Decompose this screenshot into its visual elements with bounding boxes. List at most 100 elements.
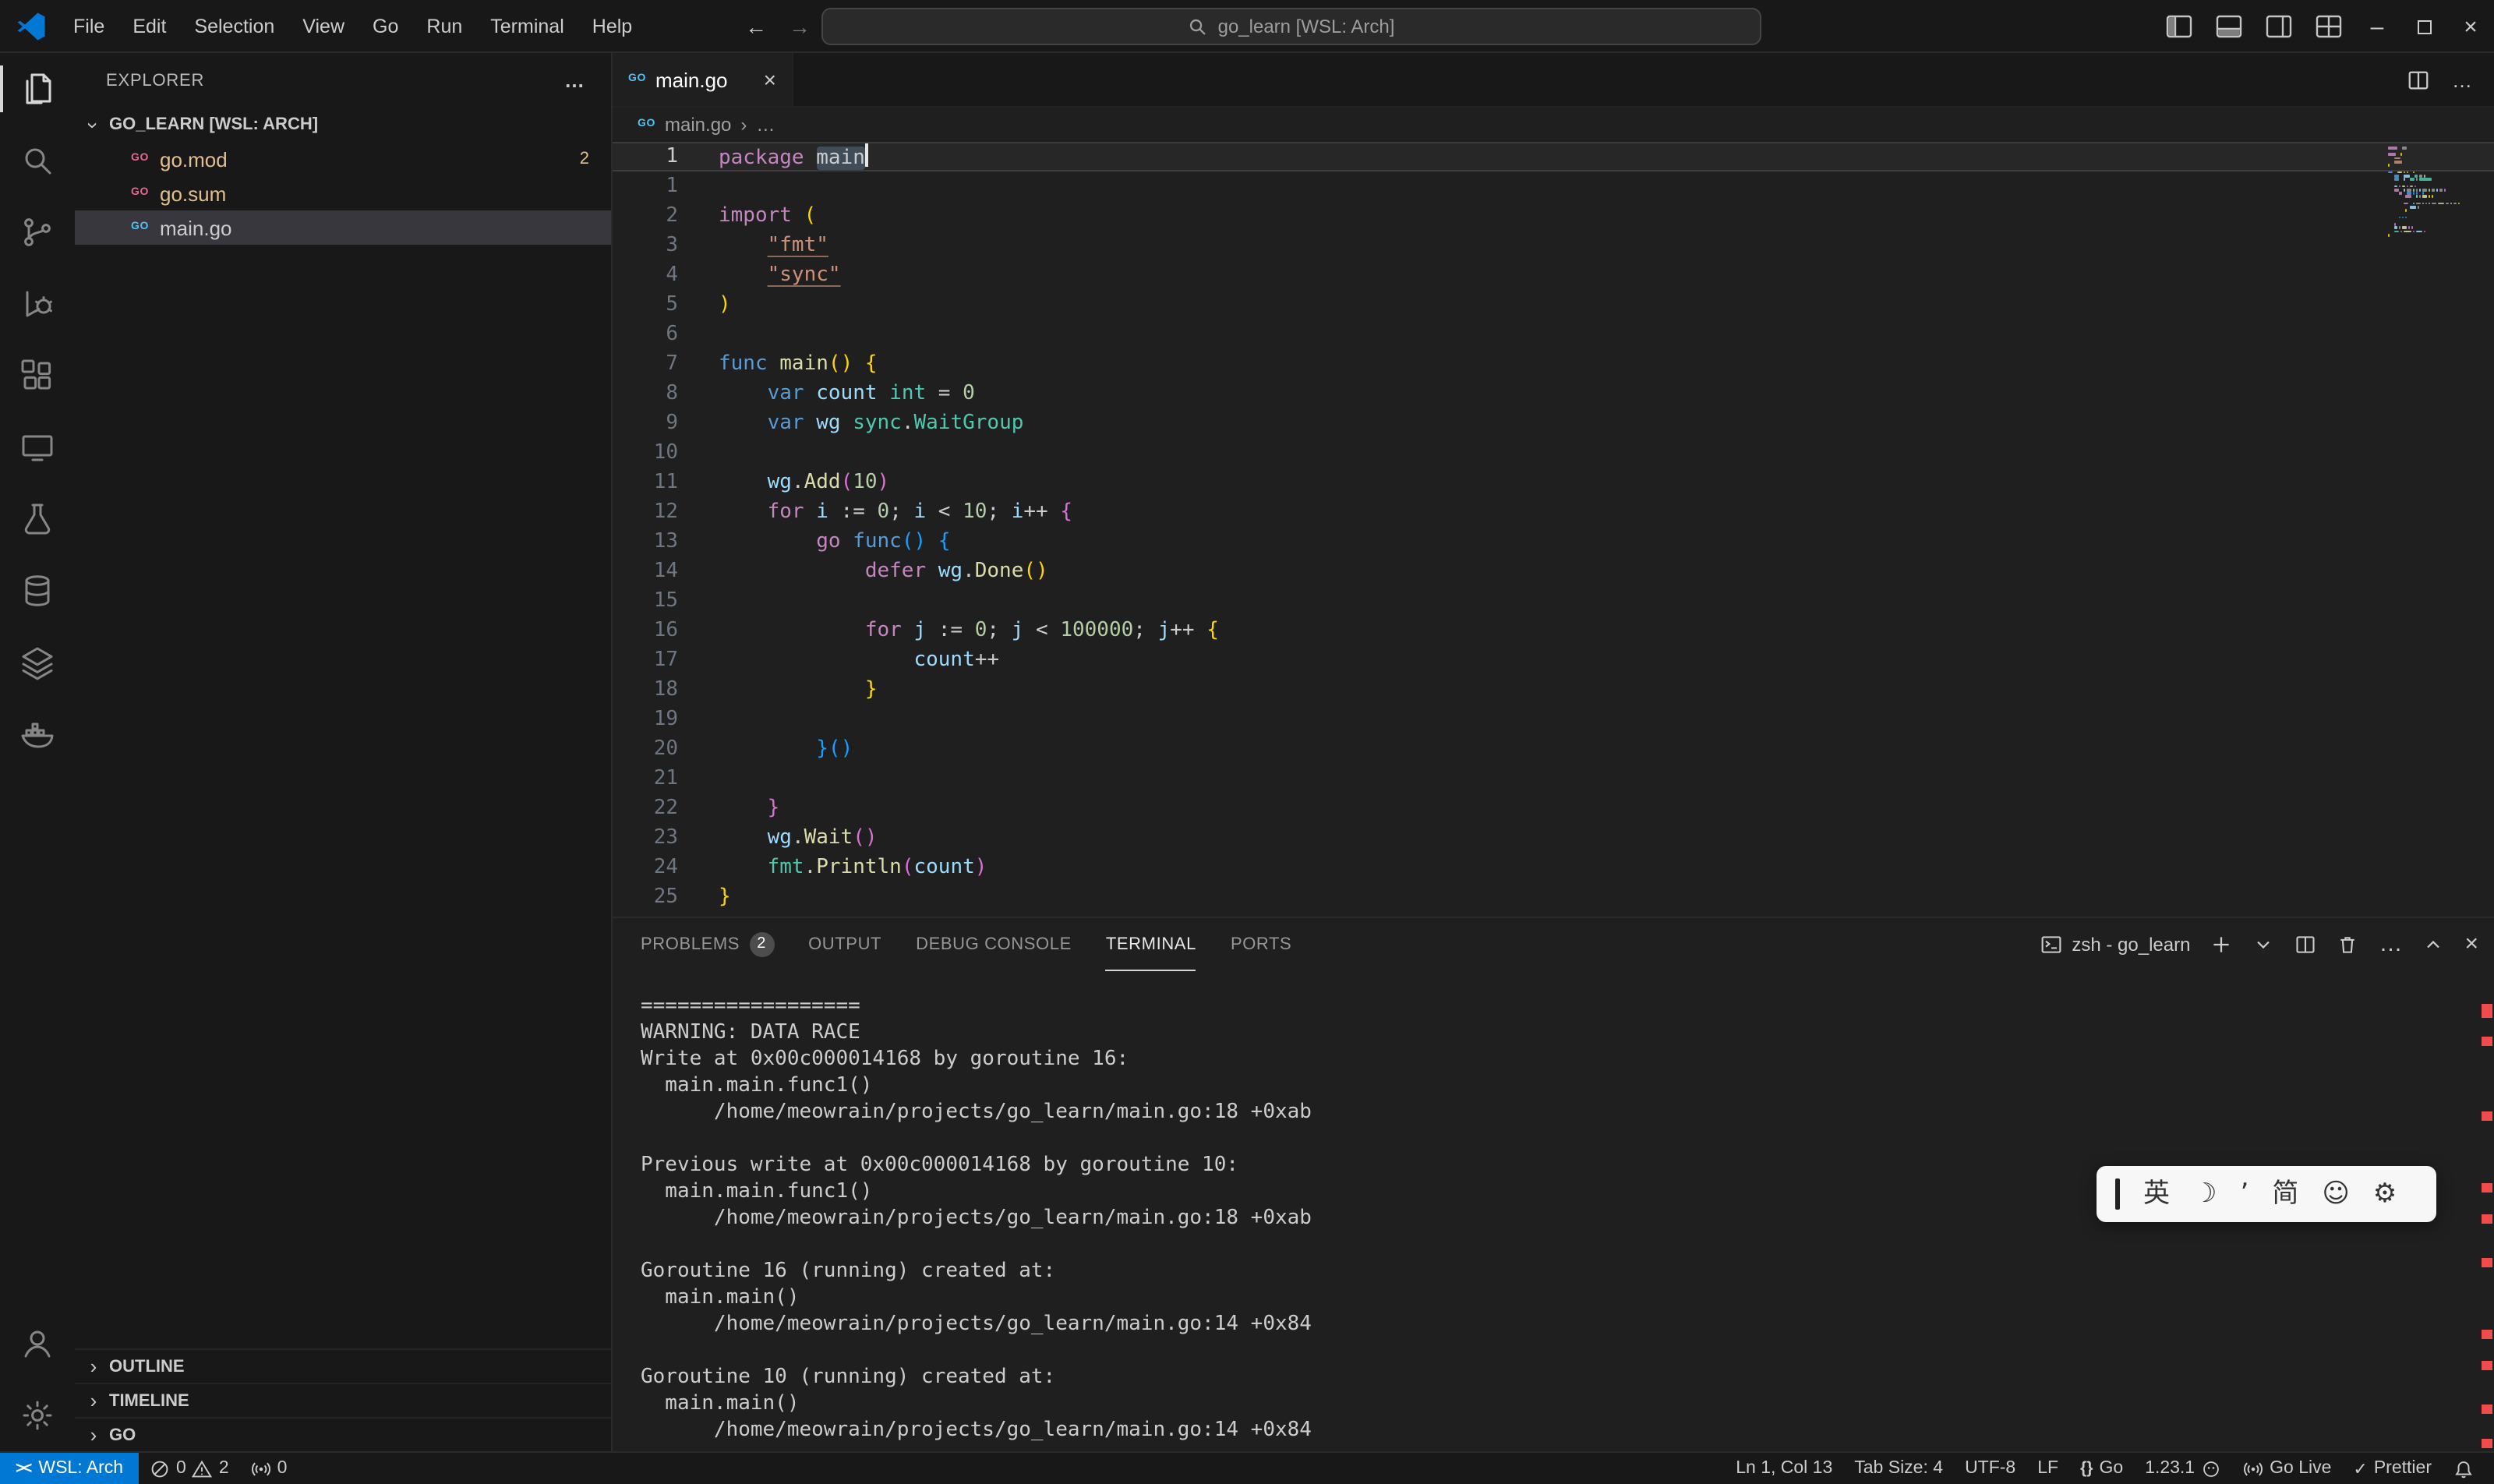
line-number[interactable]: 4 [613,260,719,290]
activity-remote-explorer[interactable] [0,412,75,483]
file-go.mod[interactable]: GO go.mod 2 [75,142,611,176]
toggle-secondary-sidebar-icon[interactable] [2265,12,2293,41]
line-number[interactable]: 1 [613,171,719,201]
activity-docker[interactable] [0,698,75,770]
line-number[interactable]: 14 [613,556,719,586]
breadcrumb[interactable]: GO main.go › … [613,108,2494,142]
code-line[interactable]: 10 [613,438,2494,468]
remote-indicator[interactable]: >< WSL: Arch [0,1453,139,1484]
code-line[interactable]: 6 [613,320,2494,349]
new-terminal-icon[interactable] [2210,934,2232,956]
breadcrumb-tail[interactable]: … [756,114,775,136]
tab-close-icon[interactable]: × [764,67,776,92]
line-number[interactable]: 10 [613,438,719,468]
code-line[interactable]: 21 [613,764,2494,793]
file-go.sum[interactable]: GO go.sum [75,176,611,210]
terminal-line[interactable]: main.main.func1() [641,1072,2494,1099]
terminal-line[interactable]: /home/meowrain/projects/go_learn/main.go… [641,1311,2494,1337]
menu-run[interactable]: Run [412,0,476,52]
status-utf-8[interactable]: UTF-8 [1954,1453,2026,1484]
command-center[interactable]: go_learn [WSL: Arch] [821,8,1761,45]
line-number[interactable]: 1 [613,143,719,170]
code-line[interactable]: 22 } [613,793,2494,823]
menu-help[interactable]: Help [578,0,646,52]
split-terminal-icon[interactable] [2294,934,2316,956]
line-number[interactable]: 13 [613,527,719,556]
terminal-line[interactable]: /home/meowrain/projects/go_learn/main.go… [641,1099,2494,1125]
panel-tab-debug-console[interactable]: DEBUG CONSOLE [916,918,1072,971]
terminal-line[interactable] [641,1125,2494,1152]
terminal-line[interactable]: /home/meowrain/projects/go_learn/main.go… [641,1417,2494,1443]
menu-go[interactable]: Go [359,0,412,52]
panel-tab-output[interactable]: OUTPUT [808,918,881,971]
line-number[interactable]: 12 [613,497,719,527]
panel-tab-ports[interactable]: PORTS [1231,918,1291,971]
terminal-dropdown-icon[interactable] [2252,934,2274,956]
code-line[interactable]: 14 defer wg.Done() [613,556,2494,586]
toggle-panel-icon[interactable] [2215,12,2243,41]
terminal-line[interactable]: ================== [641,993,2494,1019]
panel-more-icon[interactable]: … [2379,934,2402,956]
minimize-button[interactable]: – [2354,0,2400,53]
ime-item-3[interactable]: 简 [2272,1166,2298,1222]
code-line[interactable]: 13 go func() { [613,527,2494,556]
line-number[interactable]: 2 [613,201,719,231]
status-lf[interactable]: LF [2026,1453,2069,1484]
terminal-line[interactable] [641,1337,2494,1364]
status-go[interactable]: {}Go [2069,1453,2134,1484]
code-line[interactable]: 12 for i := 0; i < 10; i++ { [613,497,2494,527]
code-line[interactable]: 19 [613,705,2494,734]
panel-tab-terminal[interactable]: TERMINAL [1106,918,1196,971]
terminal-line[interactable]: Write at 0x00c000014168 by goroutine 16: [641,1046,2494,1072]
nav-back-button[interactable]: ← [745,14,767,39]
line-number[interactable]: 6 [613,320,719,349]
activity-accounts[interactable] [0,1308,75,1380]
code-line[interactable]: 9 var wg sync.WaitGroup [613,408,2494,438]
section-timeline[interactable]: › TIMELINE [75,1383,611,1417]
menu-edit[interactable]: Edit [118,0,180,52]
maximize-button[interactable] [2400,0,2447,53]
editor-more-icon[interactable]: … [2452,68,2472,91]
explorer-root-folder[interactable]: › GO_LEARN [WSL: ARCH] [75,108,611,142]
nav-forward-button[interactable]: → [789,14,811,39]
status-prettier[interactable]: ✓Prettier [2342,1453,2443,1484]
code-line[interactable]: 7 func main() { [613,349,2494,379]
split-editor-icon[interactable] [2407,68,2430,91]
section-go[interactable]: › GO [75,1417,611,1451]
line-number[interactable]: 20 [613,734,719,764]
line-number[interactable]: 11 [613,468,719,497]
toggle-sidebar-icon[interactable] [2165,12,2193,41]
line-number[interactable]: 21 [613,764,719,793]
breadcrumb-file[interactable]: main.go [665,114,731,136]
activity-source-control[interactable] [0,196,75,268]
activity-testing[interactable] [0,483,75,555]
tab-main-go[interactable]: GO main.go × [613,53,793,106]
line-number[interactable]: 9 [613,408,719,438]
status-1-23-1[interactable]: 1.23.1 [2134,1453,2232,1484]
panel-tab-problems[interactable]: PROBLEMS 2 [641,918,774,971]
file-main.go[interactable]: GO main.go [75,210,611,245]
problems-indicator[interactable]: 0 2 [139,1453,240,1484]
code-line[interactable]: 1 package main [613,142,2494,171]
line-number[interactable]: 3 [613,231,719,260]
code-line[interactable]: 4 "sync" [613,260,2494,290]
terminal-line[interactable]: Goroutine 10 (running) created at: [641,1364,2494,1390]
line-number[interactable]: 17 [613,645,719,675]
menu-file[interactable]: File [59,0,118,52]
terminal-line[interactable]: Goroutine 16 (running) created at: [641,1258,2494,1284]
status-go-live[interactable]: Go Live [2232,1453,2342,1484]
activity-run-debug[interactable] [0,268,75,340]
ime-item-4[interactable]: ☺ [2322,1166,2349,1222]
menu-view[interactable]: View [288,0,359,52]
code-line[interactable]: 17 count++ [613,645,2494,675]
terminal-line[interactable]: main.main() [641,1390,2494,1417]
section-outline[interactable]: › OUTLINE [75,1348,611,1383]
close-window-button[interactable]: × [2447,0,2494,53]
code-line[interactable]: 8 var count int = 0 [613,379,2494,408]
close-panel-icon[interactable]: × [2464,934,2478,956]
activity-layers[interactable] [0,627,75,698]
ports-indicator[interactable]: 0 [240,1453,299,1484]
code-line[interactable]: 16 for j := 0; j < 100000; j++ { [613,616,2494,645]
line-number[interactable]: 19 [613,705,719,734]
terminal-line[interactable]: main.main() [641,1284,2494,1311]
